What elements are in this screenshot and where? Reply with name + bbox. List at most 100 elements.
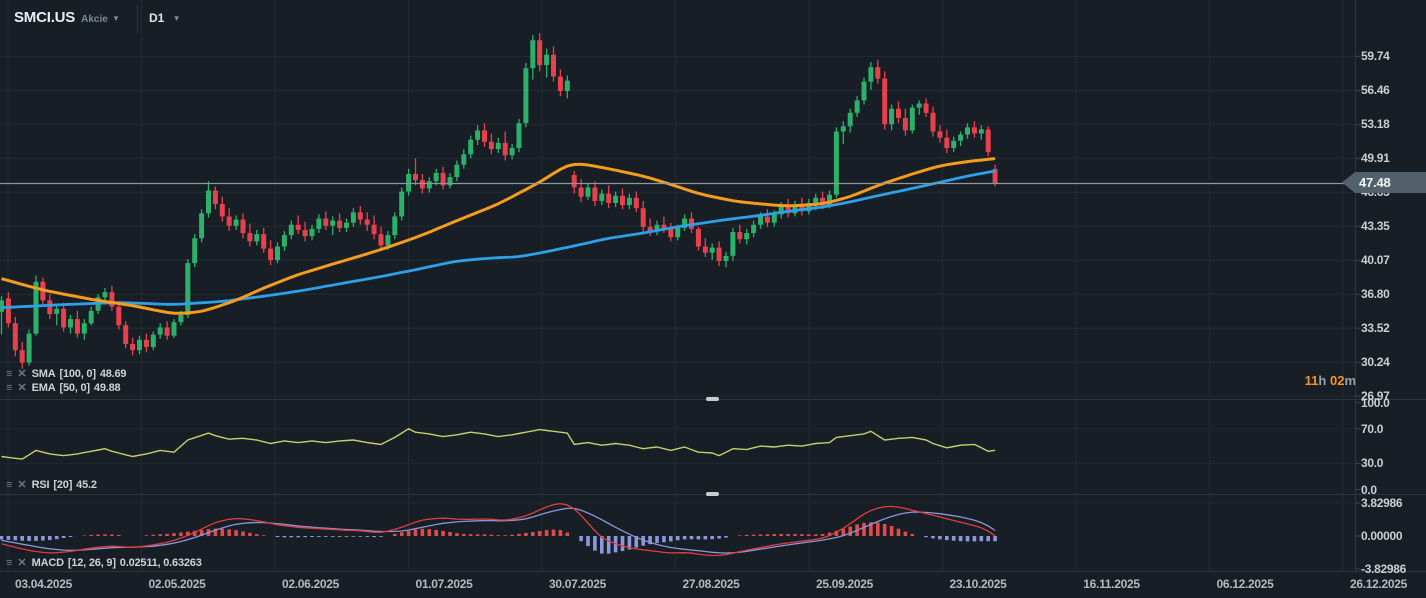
- candle: [226, 216, 232, 226]
- macd-histogram-bar: [807, 534, 811, 536]
- macd-histogram-bar: [448, 531, 452, 536]
- candle: [875, 67, 881, 79]
- rsi-panel-resize-handle[interactable]: [706, 397, 719, 401]
- price-axis-label: 33.52: [1361, 321, 1390, 336]
- chart-canvas[interactable]: [0, 0, 1426, 598]
- indicator-settings-icon[interactable]: ≡: [6, 369, 12, 380]
- candle: [578, 187, 584, 197]
- candle: [426, 181, 432, 189]
- macd-histogram-bar: [372, 536, 376, 538]
- indicator-close-icon[interactable]: ✕: [17, 558, 26, 569]
- date-label: 03.04.2025: [14, 577, 73, 591]
- candle: [889, 108, 895, 125]
- candle: [123, 325, 129, 344]
- macd-panel-resize-handle[interactable]: [706, 492, 719, 496]
- indicator-close-icon[interactable]: ✕: [17, 480, 26, 491]
- macd-histogram-bar: [296, 536, 300, 538]
- macd-histogram-bar: [896, 528, 901, 536]
- indicator-settings-icon[interactable]: ≡: [6, 480, 12, 491]
- candle: [74, 319, 80, 334]
- macd-histogram-bar: [579, 536, 583, 542]
- candle: [744, 233, 750, 240]
- candle: [758, 216, 763, 225]
- macd-histogram-bar: [972, 536, 977, 542]
- candle: [488, 141, 494, 150]
- macd-histogram-bar: [20, 536, 24, 541]
- candle: [640, 208, 646, 227]
- candle: [185, 263, 191, 315]
- candle: [171, 322, 177, 336]
- macd-histogram-bar: [993, 536, 997, 542]
- candle: [81, 323, 87, 334]
- candle: [378, 234, 384, 246]
- macd-histogram-bar: [517, 533, 521, 536]
- macd-histogram-bar: [496, 535, 501, 536]
- indicator-close-icon[interactable]: ✕: [17, 383, 26, 394]
- candle: [109, 292, 115, 307]
- timeframe-selector[interactable]: D1 ▾: [149, 11, 179, 25]
- candle: [178, 314, 184, 323]
- macd-histogram-bar: [696, 536, 701, 540]
- date-label: 25.09.2025: [815, 577, 874, 591]
- indicator-close-icon[interactable]: ✕: [17, 369, 26, 380]
- macd-histogram-bar: [248, 532, 252, 536]
- indicator-settings-icon[interactable]: ≡: [6, 558, 12, 569]
- candle: [461, 154, 467, 165]
- candle: [330, 220, 336, 226]
- macd-histogram-bar: [986, 536, 990, 542]
- candle: [868, 67, 874, 82]
- macd-histogram-bar: [179, 532, 183, 536]
- price-axis-label: 53.18: [1361, 117, 1390, 132]
- candle: [88, 310, 94, 324]
- rsi-axis-label: 0.0: [1361, 482, 1377, 497]
- macd-histogram-bar: [282, 536, 287, 538]
- macd-histogram-bar: [455, 533, 459, 536]
- candle: [130, 343, 136, 351]
- macd-histogram-bar: [779, 533, 783, 536]
- legend-macd: ≡ ✕ MACD [12, 26, 9] 0.02511, 0.63263: [6, 557, 206, 569]
- macd-histogram-bar: [862, 522, 866, 536]
- date-label: 23.10.2025: [949, 577, 1007, 591]
- macd-histogram-bar: [151, 534, 156, 536]
- candle: [357, 212, 363, 220]
- macd-histogram-bar: [751, 534, 756, 536]
- candle: [219, 204, 225, 217]
- price-axis-label: 49.91: [1361, 151, 1390, 166]
- legend-ema-text: EMA [50, 0] 49.88: [31, 382, 121, 394]
- macd-histogram-bar: [234, 530, 238, 536]
- macd-histogram-bar: [172, 533, 176, 536]
- macd-histogram-bar: [758, 534, 763, 536]
- legend-rsi: ≡ ✕ RSI [20] 45.2: [6, 479, 101, 491]
- macd-histogram-bar: [365, 536, 369, 537]
- macd-histogram-bar: [41, 536, 45, 541]
- legend-macd-text: MACD [12, 26, 9] 0.02511, 0.63263: [31, 557, 202, 569]
- candle: [813, 197, 819, 203]
- candle: [599, 193, 605, 201]
- candle: [771, 214, 777, 223]
- candle: [344, 222, 349, 228]
- macd-histogram-bar: [744, 534, 749, 536]
- macd-histogram-bar: [165, 533, 169, 536]
- date-label: 02.06.2025: [281, 577, 340, 591]
- date-label: 01.07.2025: [415, 577, 473, 591]
- indicator-settings-icon[interactable]: ≡: [6, 383, 12, 394]
- candle: [592, 187, 598, 201]
- last-price-value: 47.48: [1359, 175, 1391, 190]
- macd-histogram-bar: [524, 532, 528, 536]
- symbol-selector[interactable]: SMCI.US Akcie ▾: [14, 9, 118, 26]
- macd-histogram-bar: [27, 536, 31, 541]
- macd-histogram-bar: [103, 534, 107, 536]
- macd-histogram-bar: [965, 536, 970, 542]
- candle: [54, 308, 60, 314]
- candle: [882, 78, 888, 125]
- macd-histogram-bar: [358, 536, 363, 537]
- candle: [392, 216, 398, 236]
- price-axis-label: 36.80: [1361, 287, 1390, 302]
- macd-histogram-bar: [710, 536, 714, 540]
- chart-background: [0, 0, 1426, 598]
- macd-histogram-bar: [0, 536, 4, 540]
- candle: [482, 130, 487, 142]
- candle: [633, 197, 639, 209]
- candle: [716, 247, 722, 262]
- candle: [116, 306, 122, 326]
